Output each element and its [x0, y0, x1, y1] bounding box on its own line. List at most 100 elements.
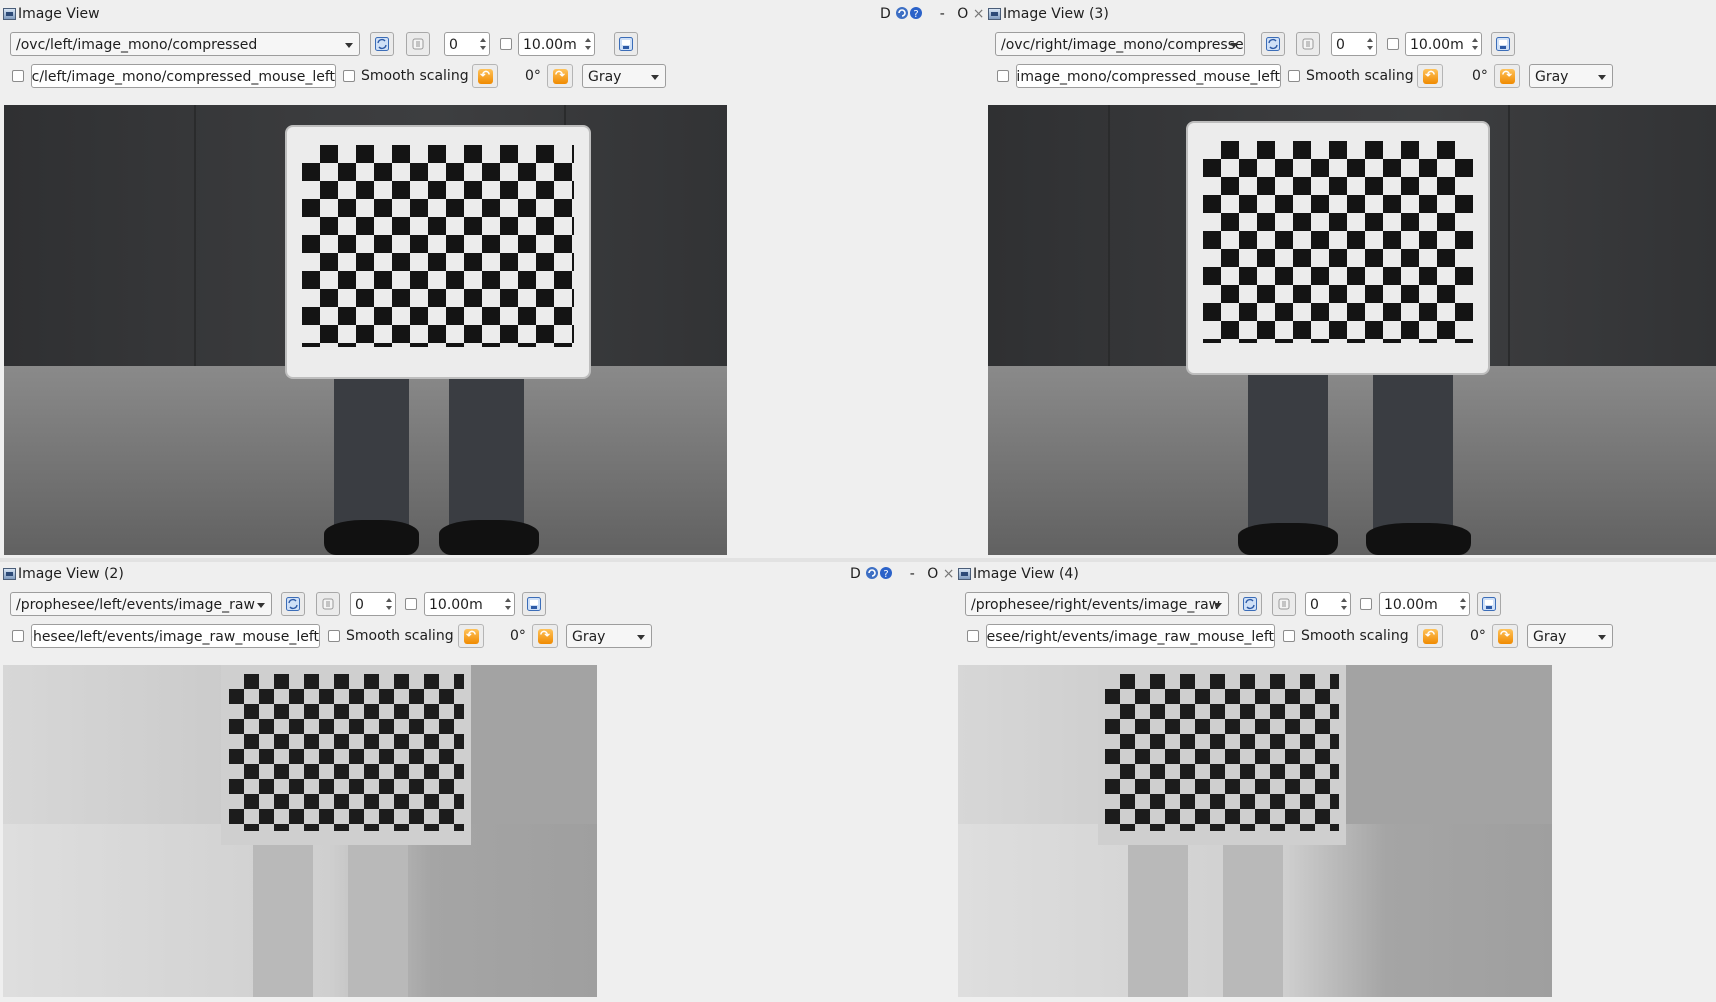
rotate-right-button[interactable] [547, 64, 573, 88]
spin-up-icon[interactable] [1341, 598, 1347, 602]
event-camera-image[interactable] [958, 665, 1552, 997]
smooth-scaling-checkbox[interactable] [1283, 630, 1295, 642]
colormap-select[interactable]: Gray [582, 64, 666, 88]
topic-select[interactable]: /prophesee/left/events/image_raw [10, 592, 272, 616]
spin-up-icon[interactable] [1472, 38, 1478, 42]
camera-image[interactable] [988, 105, 1716, 555]
rotate-right-button[interactable] [1494, 64, 1520, 88]
topic-select[interactable]: /prophesee/right/events/image_raw [965, 592, 1229, 616]
zoom-button[interactable] [316, 592, 340, 616]
mouse-topic-input[interactable]: /ovc/left/image_mono/compressed_mouse_le… [31, 64, 336, 88]
dock-button[interactable]: D [880, 6, 891, 22]
pane-title-bar[interactable]: Image View (3) [985, 4, 1716, 26]
max-range-checkbox[interactable] [500, 38, 512, 50]
chevron-down-icon [345, 43, 353, 48]
mouse-topic-input[interactable]: /ovc/right/image_mono/compressed_mouse_l… [1016, 64, 1281, 88]
minimize-button[interactable]: - [940, 6, 945, 22]
max-range-value: 10.00m [523, 37, 577, 53]
num-gridlines-spinbox[interactable]: 0 [350, 592, 396, 616]
topic-select[interactable]: /ovc/left/image_mono/compressed [10, 32, 360, 56]
num-gridlines-spinbox[interactable]: 0 [1331, 32, 1377, 56]
spin-down-icon[interactable] [505, 606, 511, 610]
rotate-left-button[interactable] [1417, 624, 1443, 648]
num-gridlines-spinbox[interactable]: 0 [1305, 592, 1351, 616]
pane-title-bar[interactable]: Image View (4) [955, 564, 1716, 586]
rotate-left-button[interactable] [1417, 64, 1443, 88]
max-range-spinbox[interactable]: 10.00m [1405, 32, 1482, 56]
spin-down-icon[interactable] [480, 46, 486, 50]
mouse-topic-input[interactable]: /prophesee/right/events/image_raw_mouse_… [986, 624, 1275, 648]
dock-button[interactable]: D [850, 566, 861, 582]
help-icon[interactable]: ? [879, 566, 893, 580]
spin-down-icon[interactable] [585, 46, 591, 50]
chevron-down-icon [1214, 603, 1222, 608]
chevron-down-icon [257, 603, 265, 608]
colormap-select[interactable]: Gray [1527, 624, 1613, 648]
spin-up-icon[interactable] [505, 598, 511, 602]
reload-icon[interactable] [895, 6, 909, 20]
close-button[interactable]: × [943, 566, 955, 582]
save-image-button[interactable] [614, 32, 638, 56]
mouse-topic-input[interactable]: /prophesee/left/events/image_raw_mouse_l… [31, 624, 320, 648]
zoom-button[interactable] [1296, 32, 1320, 56]
save-image-button[interactable] [1477, 592, 1501, 616]
rotate-left-button[interactable] [458, 624, 484, 648]
spin-down-icon[interactable] [386, 606, 392, 610]
zoom-icon [1278, 598, 1290, 610]
spin-up-icon[interactable] [1460, 598, 1466, 602]
colormap-select[interactable]: Gray [566, 624, 652, 648]
save-image-button[interactable] [1491, 32, 1515, 56]
spin-down-icon[interactable] [1341, 606, 1347, 610]
minimize-button[interactable]: - [910, 566, 915, 582]
close-button[interactable]: × [973, 6, 985, 22]
pane-title-bar[interactable]: Image View D ? - O × [0, 4, 985, 26]
smooth-scaling-checkbox[interactable] [1288, 70, 1300, 82]
colormap-select[interactable]: Gray [1529, 64, 1613, 88]
refresh-topics-button[interactable] [1261, 32, 1285, 56]
save-image-icon [527, 597, 541, 611]
rotate-right-button[interactable] [532, 624, 558, 648]
window-icon [988, 8, 1001, 20]
float-button[interactable]: O [927, 566, 938, 582]
smooth-scaling-checkbox[interactable] [328, 630, 340, 642]
rotate-left-button[interactable] [472, 64, 498, 88]
spin-up-icon[interactable] [585, 38, 591, 42]
float-button[interactable]: O [957, 6, 968, 22]
num-gridlines-spinbox[interactable]: 0 [444, 32, 490, 56]
max-range-spinbox[interactable]: 10.00m [1379, 592, 1470, 616]
refresh-topics-button[interactable] [281, 592, 305, 616]
refresh-icon [1266, 37, 1280, 51]
help-icon[interactable]: ? [909, 6, 923, 20]
max-range-value: 10.00m [1410, 37, 1464, 53]
spin-up-icon[interactable] [386, 598, 392, 602]
max-range-checkbox[interactable] [405, 598, 417, 610]
max-range-checkbox[interactable] [1360, 598, 1372, 610]
image-detail [1128, 845, 1188, 997]
max-range-spinbox[interactable]: 10.00m [424, 592, 515, 616]
mouse-publish-checkbox[interactable] [997, 70, 1009, 82]
rotate-right-button[interactable] [1492, 624, 1518, 648]
image-detail [194, 105, 196, 384]
mouse-publish-checkbox[interactable] [12, 630, 24, 642]
camera-image[interactable] [4, 105, 727, 555]
zoom-button[interactable] [1272, 592, 1296, 616]
refresh-topics-button[interactable] [1238, 592, 1262, 616]
window-controls: D ? - O × [850, 566, 954, 582]
mouse-publish-checkbox[interactable] [12, 70, 24, 82]
mouse-publish-checkbox[interactable] [967, 630, 979, 642]
max-range-spinbox[interactable]: 10.00m [518, 32, 595, 56]
spin-up-icon[interactable] [480, 38, 486, 42]
smooth-scaling-checkbox[interactable] [343, 70, 355, 82]
spin-down-icon[interactable] [1472, 46, 1478, 50]
pane-title-bar[interactable]: Image View (2) D ? - O × [0, 564, 955, 586]
spin-up-icon[interactable] [1367, 38, 1373, 42]
event-camera-image[interactable] [3, 665, 597, 997]
topic-select[interactable]: /ovc/right/image_mono/compressed [995, 32, 1245, 56]
reload-icon[interactable] [865, 566, 879, 580]
save-image-button[interactable] [522, 592, 546, 616]
refresh-topics-button[interactable] [370, 32, 394, 56]
spin-down-icon[interactable] [1460, 606, 1466, 610]
max-range-checkbox[interactable] [1387, 38, 1399, 50]
spin-down-icon[interactable] [1367, 46, 1373, 50]
zoom-button[interactable] [406, 32, 430, 56]
